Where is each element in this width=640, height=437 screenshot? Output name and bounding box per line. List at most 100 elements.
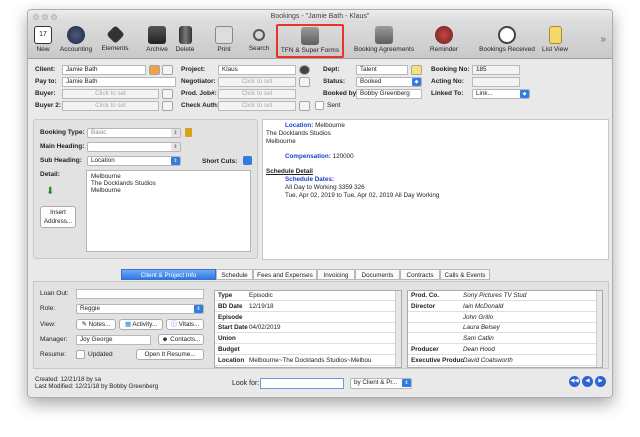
compensation-value: 120000 <box>330 153 354 160</box>
table-row[interactable]: Union <box>215 334 401 345</box>
minimize-window-button[interactable] <box>42 14 48 20</box>
close-window-button[interactable] <box>33 14 39 20</box>
table-row[interactable]: Start Date 04/02/2019 <box>215 323 401 334</box>
row-value: Melbourne~The Docklands Studios~Melbou <box>249 356 372 364</box>
sent-checkbox[interactable] <box>315 101 324 110</box>
buyer2-field[interactable]: Click to set <box>62 101 159 111</box>
search-button[interactable]: Search <box>246 25 272 57</box>
previous-record-button[interactable]: ◀ <box>582 376 593 387</box>
linkedto-select[interactable]: Link... ◆ <box>472 89 530 99</box>
accounting-icon <box>67 26 85 44</box>
tab-schedule[interactable]: Schedule <box>216 269 253 280</box>
archive-button[interactable]: Archive <box>144 25 170 57</box>
booking-agreements-button[interactable]: Booking Agreements <box>352 25 416 57</box>
next-record-button[interactable]: ▶ <box>595 376 606 387</box>
main-heading-label: Main Heading: <box>40 143 85 150</box>
first-record-button[interactable]: ◀◀ <box>569 376 580 387</box>
company-table-scrollbar[interactable] <box>596 291 602 367</box>
table-row[interactable]: Executive Produc David Coatsworth <box>408 356 602 366</box>
tab-fees-expenses[interactable]: Fees and Expenses <box>253 269 317 280</box>
client-save-icon[interactable] <box>162 65 173 75</box>
detail-list[interactable]: Melbourne The Docklands Studios Melbourn… <box>86 170 251 252</box>
lookfor-input[interactable] <box>260 378 344 389</box>
tab-contracts[interactable]: Contracts <box>400 269 440 280</box>
elements-button[interactable]: Elements <box>100 25 130 57</box>
row-value: Iain McDonald <box>463 302 504 310</box>
project-info-table: Type Episodic BD Date 12/19/18 Episode Start … <box>214 290 402 368</box>
project-table-scrollbar[interactable] <box>395 291 401 367</box>
table-row[interactable]: Producer Dean Hood <box>408 345 602 355</box>
table-row[interactable]: Episode <box>215 313 401 323</box>
project-field[interactable]: Klaus <box>218 65 296 75</box>
dept-field[interactable]: Talent <box>356 65 408 75</box>
tab-documents[interactable]: Documents <box>355 269 400 280</box>
buyer-save-icon[interactable] <box>162 89 173 99</box>
dept-edit-icon[interactable] <box>411 65 422 75</box>
bookedby-field[interactable]: Bobby Greenberg <box>356 89 422 99</box>
status-select[interactable]: Booked ◆ <box>356 77 422 87</box>
delete-button[interactable]: Delete <box>173 25 197 57</box>
detail-line: The Docklands Studios <box>91 180 156 187</box>
table-row[interactable]: Type Episodic <box>215 291 401 301</box>
table-row[interactable]: Location Melbourne~The Docklands Studios~… <box>215 356 401 366</box>
reminder-button[interactable]: Reminder <box>428 25 460 57</box>
table-row[interactable]: BD Date 12/19/18 <box>215 302 401 312</box>
booking-type-select[interactable]: Basic ⇕ <box>87 128 181 138</box>
client-folder-icon[interactable] <box>149 65 160 75</box>
table-row[interactable]: Laura Belsey <box>408 323 602 334</box>
manager-field[interactable]: Joy George <box>76 335 151 345</box>
bookingno-field: 185 <box>472 65 520 75</box>
table-row[interactable]: Budget <box>215 345 401 355</box>
loanout-field[interactable] <box>76 289 204 299</box>
tab-calls-events[interactable]: Calls & Events <box>440 269 490 280</box>
booking-detail-text[interactable]: Location: Melbourne The Docklands Studio… <box>262 119 609 260</box>
row-key: Producer <box>411 346 439 353</box>
contacts-button[interactable]: ☻ Contacts... <box>158 334 204 345</box>
tfn-super-forms-button[interactable]: TFN & Super Forms <box>276 24 344 58</box>
negotiator-save-icon[interactable] <box>299 77 310 87</box>
updated-checkbox[interactable] <box>76 350 85 359</box>
prodjob-field[interactable]: Click to set <box>218 89 296 99</box>
new-button[interactable]: 17 New <box>32 25 54 57</box>
toolbar-overflow-button[interactable]: » <box>600 34 606 45</box>
zoom-window-button[interactable] <box>51 14 57 20</box>
tab-invoicing[interactable]: Invoicing <box>317 269 355 280</box>
row-key: Location <box>218 356 245 364</box>
row-value: Laura Belsey <box>463 324 500 332</box>
arrow-down-icon[interactable]: ⬇ <box>46 186 54 197</box>
chevron-updown-icon: ⇕ <box>171 157 180 165</box>
list-view-button[interactable]: List View <box>540 25 570 57</box>
contacts-icon: ☻ <box>161 336 171 343</box>
table-row[interactable]: John Grillo <box>408 313 602 323</box>
lookfor-scope-select[interactable]: by Client & Pr... ⇕ <box>350 378 412 389</box>
buyer2-save-icon[interactable] <box>162 101 173 111</box>
actingno-field[interactable] <box>472 77 520 87</box>
tab-client-project-info[interactable]: Client & Project Info <box>121 269 216 280</box>
table-row[interactable]: Prod. Co. Sony Pictures TV Stud <box>408 291 602 301</box>
client-field[interactable]: Jamie Bath <box>62 65 146 75</box>
shortcuts-button[interactable] <box>243 156 252 165</box>
lock-icon[interactable] <box>185 128 192 137</box>
sub-heading-select[interactable]: Location ⇕ <box>87 156 181 166</box>
checkauth-save-icon[interactable] <box>299 101 310 111</box>
project-lookup-icon[interactable] <box>299 65 310 75</box>
accounting-button[interactable]: Accounting <box>58 25 94 57</box>
open-resume-button[interactable]: Open It Resume... <box>136 349 204 360</box>
table-row[interactable]: Director Iain McDonald <box>408 302 602 312</box>
role-select[interactable]: Reggie ⇕ <box>76 304 204 314</box>
insert-address-button[interactable]: Insert Address... <box>40 206 76 228</box>
vitals-button[interactable]: ⓘ Vitals... <box>166 319 204 330</box>
forms-icon <box>301 27 319 45</box>
activity-button[interactable]: ▦ Activity... <box>119 319 163 330</box>
payto-select[interactable]: Jamie Bath <box>62 77 176 87</box>
manager-label: Manager: <box>40 336 68 343</box>
notes-button[interactable]: ✎ Notes... <box>76 319 116 330</box>
chevron-updown-icon: ⇕ <box>171 129 180 137</box>
buyer-field[interactable]: Click to set <box>62 89 159 99</box>
table-row[interactable]: Sam Catlin <box>408 334 602 345</box>
print-button[interactable]: Print <box>214 25 234 57</box>
checkauth-field[interactable]: Click to set <box>218 101 296 111</box>
main-heading-select[interactable]: ⇕ <box>87 142 181 152</box>
negotiator-field[interactable]: Click to set <box>218 77 296 87</box>
bookings-received-button[interactable]: Bookings Received <box>478 25 536 57</box>
